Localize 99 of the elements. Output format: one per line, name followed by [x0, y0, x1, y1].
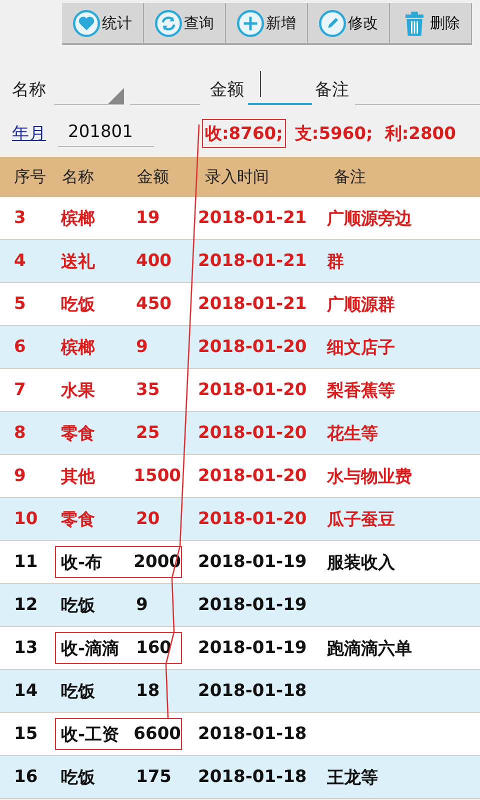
table-cell: 1500	[134, 466, 181, 486]
column-header: 备注	[334, 166, 366, 188]
table-cell: 175	[136, 767, 172, 787]
table-cell-text: 花生等	[327, 422, 378, 444]
table-row[interactable]: 12 吃饭 9 2018-01-19	[0, 584, 480, 627]
table-cell-text: 2018-01-21	[198, 208, 308, 228]
table-cell: 9	[136, 337, 148, 357]
table-cell-text: 槟榔	[61, 336, 96, 358]
table-cell-text: 10	[13, 509, 39, 529]
table-cell-text: 其他	[61, 466, 96, 488]
plus-icon	[237, 10, 264, 36]
table-cell-text: 2018-01-21	[198, 294, 308, 314]
table-cell: 18	[136, 681, 160, 701]
table-cell-text: 瓜子蚕豆	[327, 508, 395, 530]
table-cell-text: 2018-01-18	[198, 767, 308, 787]
table-cell-text: 11	[13, 552, 39, 572]
table-cell-text: 8	[13, 423, 27, 443]
table-cell-text: 吃饭	[61, 294, 96, 316]
table-cell-text: 2018-01-18	[198, 724, 308, 744]
amount-input-field[interactable]	[248, 71, 312, 105]
table-cell-text: 13	[13, 638, 39, 658]
table-cell-text: 6	[13, 337, 27, 357]
tool-button[interactable]: 修改	[308, 3, 390, 45]
table-cell-text: 槟榔	[61, 208, 96, 230]
table-cell-text: 14	[13, 681, 39, 701]
table-cell-text: 2018-01-20	[198, 466, 308, 486]
refresh-icon	[155, 10, 182, 36]
table-cell-text: 16	[13, 767, 39, 787]
table-row[interactable]: 5 吃饭 450 2018-01-21 广顺源群	[0, 283, 480, 326]
table-cell-text: 收-布	[61, 552, 104, 574]
table-cell-text: 12	[13, 595, 39, 615]
table-cell-text: 15	[13, 724, 39, 744]
table-cell-text: 王龙等	[327, 766, 378, 788]
column-header: 名称	[62, 166, 95, 188]
table-cell-text: 吃饭	[61, 594, 96, 616]
field-label: 备注	[315, 79, 349, 102]
table-cell-text: 梨香蕉等	[327, 380, 395, 402]
table-cell-text: 收-工资	[61, 724, 120, 746]
table-cell-text: 2018-01-19	[198, 638, 308, 658]
table-cell: 6600	[134, 724, 181, 744]
table-row[interactable]: 7 水果 35 2018-01-20 梨香蕉等	[0, 369, 480, 412]
delete-button[interactable]: 删除	[390, 3, 472, 45]
table-cell-text: 水与物业费	[327, 466, 412, 488]
table-cell-text: 跑滴滴六单	[327, 638, 412, 660]
table-cell-text: 2018-01-19	[198, 595, 308, 615]
table-cell-text: 2018-01-19	[198, 552, 308, 572]
table-cell-text: 2018-01-20	[198, 337, 308, 357]
table-row[interactable]: 15 收-工资 6600 2018-01-18	[0, 713, 480, 756]
tool-button[interactable]: 查询	[144, 3, 226, 45]
table-row[interactable]: 14 吃饭 18 2018-01-18	[0, 670, 480, 713]
table-cell-text: 2018-01-20	[198, 509, 308, 529]
field-label: 金额	[210, 79, 244, 102]
table-cell-text: 收-滴滴	[61, 638, 120, 660]
table-cell-text: 广顺源群	[327, 294, 395, 316]
table-row[interactable]: 16 吃饭 175 2018-01-18 王龙等	[0, 756, 480, 799]
table-cell-text: 2018-01-20	[198, 380, 308, 400]
field-label: 名称	[12, 79, 46, 102]
table-cell-text: 吃饭	[61, 766, 96, 788]
table-cell-text: 服装收入	[327, 552, 395, 574]
table-cell-text: 零食	[61, 422, 96, 444]
column-header: 金额	[137, 166, 170, 188]
table-cell: 20	[136, 509, 160, 529]
table-cell-text: 细文店子	[327, 336, 395, 358]
table-cell-text: 3	[13, 208, 27, 228]
table-cell-text: 7	[13, 380, 27, 400]
summary-text: 支:5960;	[294, 122, 374, 146]
table-row[interactable]: 9 其他 1500 2018-01-20 水与物业费	[0, 455, 480, 498]
year-month-field[interactable]: 201801	[58, 119, 154, 147]
table-cell-text: 吃饭	[61, 680, 96, 702]
table-cell-text: 2018-01-20	[198, 423, 308, 443]
column-header: 录入时间	[205, 166, 270, 188]
summary-text: 利:2800	[384, 122, 457, 146]
column-header: 序号	[13, 166, 47, 188]
year-month-link[interactable]: 年月	[12, 122, 46, 144]
table-cell: 9	[136, 595, 148, 615]
tool-button[interactable]: 新增	[226, 3, 308, 45]
pencil-icon	[319, 10, 346, 36]
table-cell: 19	[136, 208, 160, 228]
table-cell-text: 5	[13, 294, 27, 314]
table-cell-text: 4	[13, 251, 27, 271]
table-cell-text: 水果	[61, 380, 96, 402]
table-row[interactable]: 10 零食 20 2018-01-20 瓜子蚕豆	[0, 498, 480, 541]
table-row[interactable]: 4 送礼 400 2018-01-21 群	[0, 240, 480, 283]
table-cell-text: 群	[327, 250, 344, 272]
table-row[interactable]: 6 槟榔 9 2018-01-20 细文店子	[0, 326, 480, 369]
table-cell-text: 2018-01-21	[198, 251, 308, 271]
table-row[interactable]: 8 零食 25 2018-01-20 花生等	[0, 412, 480, 455]
table-cell-text: 2018-01-18	[198, 681, 308, 701]
table-row[interactable]: 3 槟榔 19 2018-01-21 广顺源旁边	[0, 197, 480, 240]
table-cell-text: 9	[13, 466, 27, 486]
table-cell: 400	[136, 251, 172, 271]
tool-button[interactable]: 统计	[62, 3, 144, 45]
table-cell-text: 零食	[61, 508, 96, 530]
summary-text: 收:8760;	[202, 118, 286, 148]
table-cell: 450	[136, 294, 172, 314]
table-cell: 35	[136, 380, 160, 400]
table-cell: 25	[136, 423, 160, 443]
table-cell-text: 送礼	[61, 250, 96, 272]
table-cell-text: 广顺源旁边	[327, 208, 412, 230]
